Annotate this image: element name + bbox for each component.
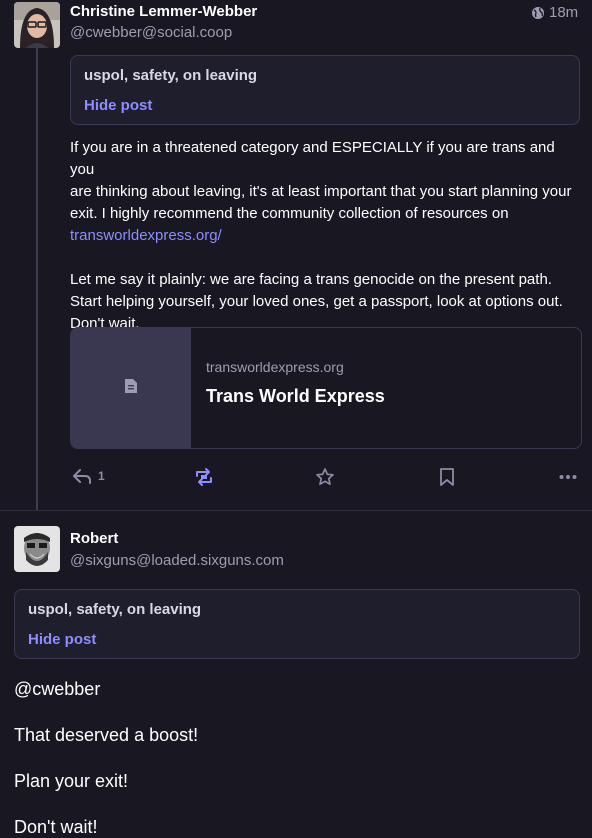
display-name[interactable]: Robert	[70, 530, 118, 547]
reply-icon	[72, 467, 92, 485]
reply-button[interactable]: 1	[72, 467, 105, 485]
boost-icon	[194, 468, 214, 491]
more-button[interactable]	[559, 467, 577, 492]
content-line: Plan your exit!	[14, 771, 129, 791]
boost-button[interactable]	[194, 467, 214, 492]
display-name[interactable]: Christine Lemmer-Webber	[70, 3, 257, 20]
avatar[interactable]	[14, 2, 60, 48]
timestamp[interactable]: 18m	[549, 4, 578, 21]
status-divider	[0, 510, 592, 511]
content-line: If you are in a threatened category and …	[70, 139, 555, 178]
account-handle[interactable]: @cwebber@social.coop	[70, 24, 232, 41]
star-icon	[315, 468, 335, 491]
content-warning-box: uspol, safety, on leaving Hide post	[70, 55, 580, 125]
globe-icon	[531, 6, 545, 20]
resource-link[interactable]: transworldexpress.org/	[70, 227, 222, 244]
post-meta[interactable]: 18m	[531, 4, 578, 21]
content-line: That deserved a boost!	[14, 725, 199, 745]
card-title: Trans World Express	[206, 386, 385, 406]
hide-post-button[interactable]: Hide post	[84, 97, 152, 114]
bookmark-icon	[438, 468, 456, 491]
content-line: Let me say it plainly: we are facing a t…	[70, 271, 552, 288]
link-preview-card[interactable]: transworldexpress.org Trans World Expres…	[70, 327, 582, 449]
thread-line	[36, 46, 38, 510]
reply-count: 1	[98, 469, 105, 483]
mention-link[interactable]: @cwebber	[14, 679, 100, 700]
content-line: Start helping yourself, your loved ones,…	[70, 293, 563, 310]
card-thumbnail	[71, 328, 191, 448]
favourite-button[interactable]	[315, 467, 335, 492]
content-warning-text: uspol, safety, on leaving	[28, 601, 202, 618]
content-warning-text: uspol, safety, on leaving	[84, 67, 258, 84]
more-icon	[559, 474, 577, 491]
card-domain: transworldexpress.org	[206, 359, 344, 375]
content-warning-box: uspol, safety, on leaving Hide post	[14, 589, 580, 659]
bookmark-button[interactable]	[438, 467, 456, 492]
document-icon	[124, 378, 138, 399]
content-line: Don't wait!	[14, 817, 98, 837]
status-content: If you are in a threatened category and …	[70, 137, 582, 335]
account-handle[interactable]: @sixguns@loaded.sixguns.com	[70, 552, 284, 569]
hide-post-button[interactable]: Hide post	[28, 631, 96, 648]
content-line: are thinking about leaving, it's at leas…	[70, 183, 572, 200]
content-line: exit. I highly recommend the community c…	[70, 205, 509, 222]
avatar[interactable]	[14, 526, 60, 572]
